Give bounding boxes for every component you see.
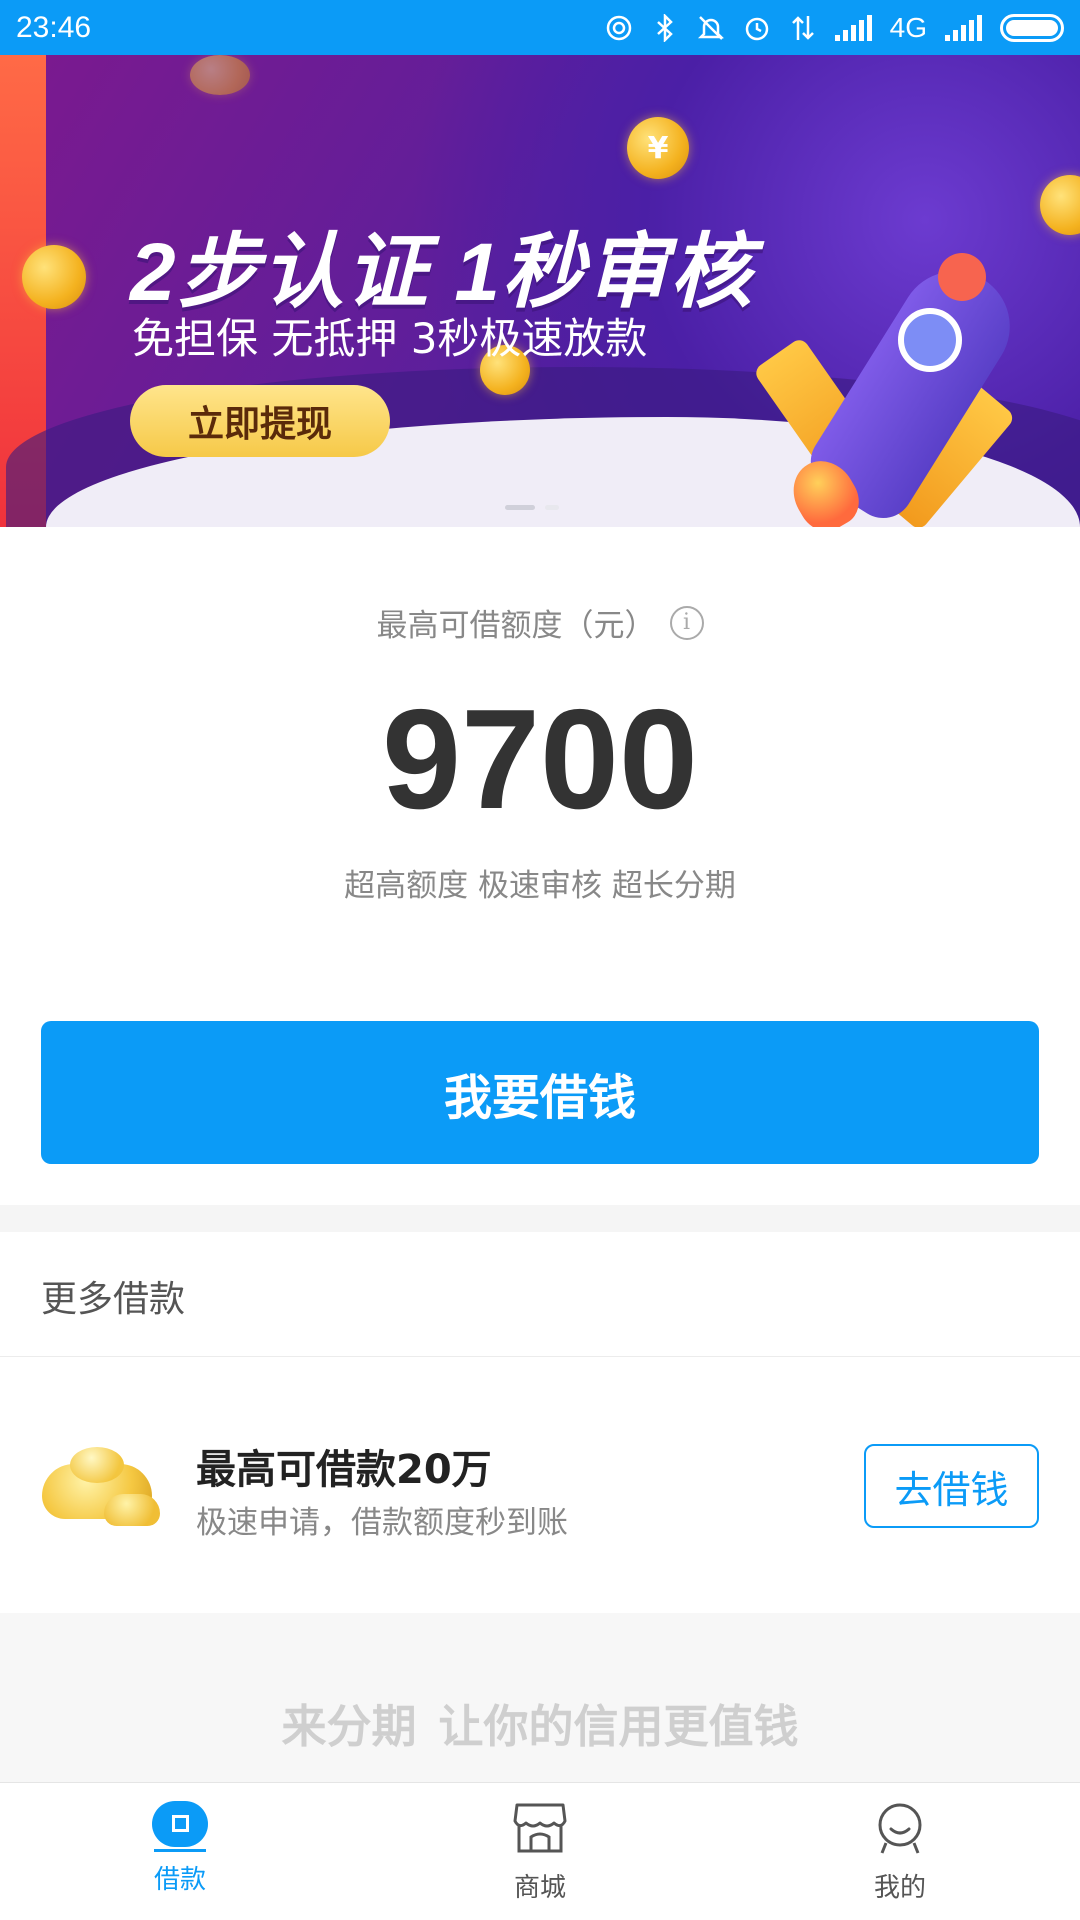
status-time: 23:46 [16,10,92,44]
status-bar: 23:46 4G [0,0,1080,55]
signal-icon [834,14,872,41]
gold-ingot-icon [42,1439,162,1529]
carousel-indicator [505,505,559,510]
carousel-dot-active [505,505,535,510]
coin-icon: ¥ [627,117,689,179]
banner-subline: 免担保 无抵押 3秒极速放款 [132,314,648,363]
borrow-button[interactable]: 我要借钱 [41,1021,1039,1164]
tab-shop[interactable]: 商城 [360,1783,720,1920]
slogan: 来分期 让你的信用更值钱 [0,1690,1080,1755]
coin-icon [22,245,86,309]
limit-label-row: 最高可借额度（元） i [0,600,1080,645]
carousel-dot [545,505,559,510]
hotspot-icon [605,14,633,42]
loan-icon [152,1801,208,1852]
slogan-emphasis: 来分期 [281,1700,417,1753]
tab-label: 借款 [153,1865,206,1895]
loan-offer-desc: 极速申请，借款额度秒到账 [196,1505,568,1541]
section-divider [0,1205,1080,1232]
slogan-text: 让你的信用更值钱 [438,1700,799,1753]
mute-icon [697,14,725,42]
go-borrow-button[interactable]: 去借钱 [864,1444,1039,1528]
promo-banner[interactable]: ¥ 2步认证 1秒审核 免担保 无抵押 3秒极速放款 立即提现 [0,55,1080,527]
more-loans-title: 更多借款 [41,1279,186,1320]
coin-icon [190,55,250,95]
signal-icon [945,14,982,41]
status-icons: 4G [605,12,1064,44]
bluetooth-icon [651,13,679,42]
info-icon[interactable]: i [669,605,704,640]
limit-amount: 9700 [382,680,698,839]
tab-label: 我的 [873,1873,926,1903]
bottom-tab-bar: 借款 商城 我的 [0,1782,1080,1920]
rocket-nose-icon [938,253,986,301]
tab-profile[interactable]: 我的 [720,1783,1080,1920]
data-arrows-icon [789,14,817,42]
loan-offer-card[interactable]: 最高可借款20万 极速申请，借款额度秒到账 去借钱 [0,1357,1080,1613]
loan-offer-title: 最高可借款20万 [196,1447,492,1493]
profile-icon [872,1801,928,1859]
network-type: 4G [889,11,927,43]
tab-loan[interactable]: 借款 [0,1783,360,1920]
alarm-icon [743,14,771,42]
banner-cta-button[interactable]: 立即提现 [130,385,390,457]
limit-subtitle: 超高额度 极速审核 超长分期 [344,868,736,904]
limit-label: 最高可借额度（元） [376,608,656,644]
tab-label: 商城 [513,1873,566,1903]
battery-icon [1000,13,1064,42]
shop-icon [511,1801,569,1859]
rocket-window-icon [898,308,962,372]
